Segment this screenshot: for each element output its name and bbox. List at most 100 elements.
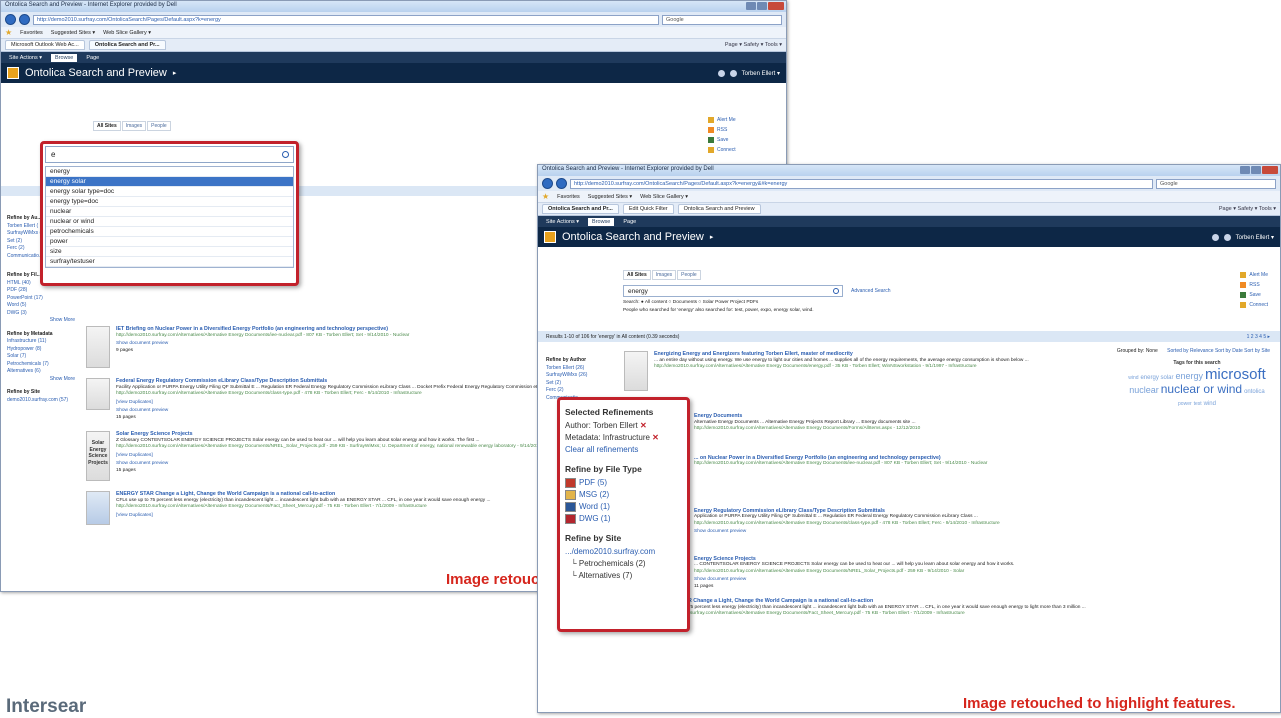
result-thumbnail[interactable] (86, 491, 110, 525)
refine-filetype-dwg[interactable]: DWG (1) (565, 513, 682, 525)
save-link[interactable]: Save (1240, 290, 1268, 300)
view-duplicates-link[interactable]: [View Duplicates] (116, 400, 569, 407)
tag-icon[interactable] (1211, 233, 1219, 241)
refine-item[interactable]: Alternatives (6) (7, 368, 75, 376)
refine-item[interactable]: Solar (7) (7, 353, 75, 361)
clear-refinements-link[interactable]: Clear all refinements (565, 444, 682, 456)
command-bar[interactable]: Page ▾ Safety ▾ Tools ▾ (1219, 206, 1276, 212)
command-bar[interactable]: Page ▾ Safety ▾ Tools ▾ (725, 42, 782, 48)
show-more-link[interactable]: Show More (7, 376, 75, 384)
tag-link[interactable]: test (1194, 401, 1202, 407)
web-slice-gallery-link[interactable]: Web Slice Gallery ▾ (103, 30, 151, 36)
suggested-sites-link[interactable]: Suggested Sites ▾ (51, 30, 95, 36)
alert-me-link[interactable]: Alert Me (708, 115, 736, 125)
site-title[interactable]: Ontolica Search and Preview (25, 67, 167, 79)
tab-people[interactable]: People (677, 270, 701, 280)
search-icon[interactable] (833, 288, 839, 294)
refine-item[interactable]: Hydropower (8) (7, 346, 75, 354)
search-icon[interactable] (282, 151, 289, 158)
tab-page[interactable]: Page (82, 54, 103, 62)
remove-icon[interactable]: ✕ (652, 433, 659, 442)
back-icon[interactable] (542, 178, 553, 189)
tag-link[interactable]: microsoft (1205, 366, 1266, 383)
suggestion-item[interactable]: energy (46, 167, 293, 177)
minimize-icon[interactable] (746, 2, 756, 10)
tag-link[interactable]: energy (1175, 371, 1203, 381)
rss-link[interactable]: RSS (1240, 280, 1268, 290)
refine-item[interactable]: Set (2) (546, 380, 606, 388)
url-field[interactable]: http://demo2010.surfray.com/OntolicaSear… (33, 14, 659, 25)
tab-edit-quick-filter[interactable]: Edit Quick Filter (622, 204, 674, 214)
suggestion-item[interactable]: petrochemicals (46, 227, 293, 237)
note-icon[interactable] (729, 69, 737, 77)
refine-site-item[interactable]: └ Petrochemicals (2) (565, 558, 682, 570)
refine-item[interactable]: DWG (3) (7, 310, 75, 318)
tag-icon[interactable] (717, 69, 725, 77)
suggestion-item[interactable]: energy solar type=doc (46, 187, 293, 197)
tab-people[interactable]: People (147, 121, 171, 131)
site-actions-menu[interactable]: Site Actions ▾ (5, 54, 46, 62)
favorites-button[interactable]: Favorites (20, 30, 43, 36)
tag-link[interactable]: nuclear or wind (1161, 382, 1242, 396)
refine-site-root[interactable]: .../demo2010.surfray.com (565, 546, 682, 558)
result-title[interactable]: IET Briefing on Nuclear Power in a Diver… (116, 326, 409, 333)
suggestion-item[interactable]: nuclear (46, 207, 293, 217)
note-icon[interactable] (1223, 233, 1231, 241)
tag-link[interactable]: power (1178, 401, 1192, 407)
web-slice-gallery-link[interactable]: Web Slice Gallery ▾ (640, 194, 688, 200)
save-link[interactable]: Save (708, 135, 736, 145)
tab-browse[interactable]: Browse (588, 217, 615, 226)
forward-icon[interactable] (556, 178, 567, 189)
suggestion-item[interactable]: power (46, 237, 293, 247)
refine-item[interactable]: Petrochemicals (7) (7, 361, 75, 369)
search-scope-options[interactable]: Search: ● All content ○ Documents ○ Sola… (623, 300, 953, 305)
close-icon[interactable] (1262, 166, 1278, 174)
search-input[interactable]: e (45, 146, 294, 163)
result-thumbnail[interactable] (86, 326, 110, 368)
tab-images[interactable]: Images (651, 270, 677, 280)
suggestion-item-selected[interactable]: energy solar (46, 177, 293, 187)
refine-filetype-pdf[interactable]: PDF (5) (565, 477, 682, 489)
user-name[interactable]: Torben Ellert ▾ (742, 70, 780, 77)
view-duplicates-link[interactable]: [View Duplicates] (116, 453, 557, 460)
refine-item[interactable]: Infrastructure (11) (7, 338, 75, 346)
view-duplicates-link[interactable]: [View Duplicates] (116, 513, 490, 520)
pagination[interactable]: 1 2 3 4 5 ▸ (1247, 334, 1270, 340)
result-thumbnail[interactable] (624, 351, 648, 391)
suggestion-item[interactable]: nuclear or wind (46, 217, 293, 227)
refine-site-item[interactable]: └ Alternatives (7) (565, 570, 682, 582)
favorites-button[interactable]: Favorites (557, 194, 580, 200)
refine-filetype-msg[interactable]: MSG (2) (565, 489, 682, 501)
alert-me-link[interactable]: Alert Me (1240, 270, 1268, 280)
show-preview-link[interactable]: Show document preview (694, 529, 1000, 536)
minimize-icon[interactable] (1240, 166, 1250, 174)
tab-ontolica[interactable]: Ontolica Search and Pr... (542, 204, 619, 214)
tab-all-sites[interactable]: All Sites (623, 270, 651, 280)
refine-item[interactable]: SurfrayWiMxs (26) (546, 372, 606, 380)
refine-item[interactable]: Torben Ellert (26) (546, 365, 606, 373)
suggestion-item[interactable]: size (46, 247, 293, 257)
rss-link[interactable]: RSS (708, 125, 736, 135)
sort-options[interactable]: Sorted by Relevance Sort by Date Sort by… (1167, 348, 1270, 354)
browser-search-input[interactable]: Google (662, 14, 782, 25)
refine-item[interactable]: demo2010.surfray.com (57) (7, 397, 75, 405)
user-menu[interactable]: Torben Ellert ▾ (717, 69, 780, 77)
result-thumbnail[interactable] (86, 378, 110, 410)
forward-icon[interactable] (19, 14, 30, 25)
connect-link[interactable]: Connect (1240, 300, 1268, 310)
tag-link[interactable]: ontolica (1244, 389, 1265, 395)
search-input-value[interactable]: e (51, 150, 55, 159)
maximize-icon[interactable] (757, 2, 767, 10)
suggested-sites-link[interactable]: Suggested Sites ▾ (588, 194, 632, 200)
user-menu[interactable]: Torben Ellert ▾ (1211, 233, 1274, 241)
tab-images[interactable]: Images (121, 121, 147, 131)
tab-all-sites[interactable]: All Sites (93, 121, 121, 131)
advanced-search-link[interactable]: Advanced Search (851, 288, 890, 294)
tab-ontolica[interactable]: Ontolica Search and Pr... (88, 40, 166, 50)
show-more-link[interactable]: Show More (7, 317, 75, 325)
grouped-by-select[interactable]: Grouped by: None (1117, 348, 1158, 354)
tab-page[interactable]: Page (619, 218, 640, 226)
refine-filetype-word[interactable]: Word (1) (565, 501, 682, 513)
tag-link[interactable]: nuclear (1129, 385, 1159, 395)
suggestion-item[interactable]: surfray/testuser (46, 257, 293, 267)
